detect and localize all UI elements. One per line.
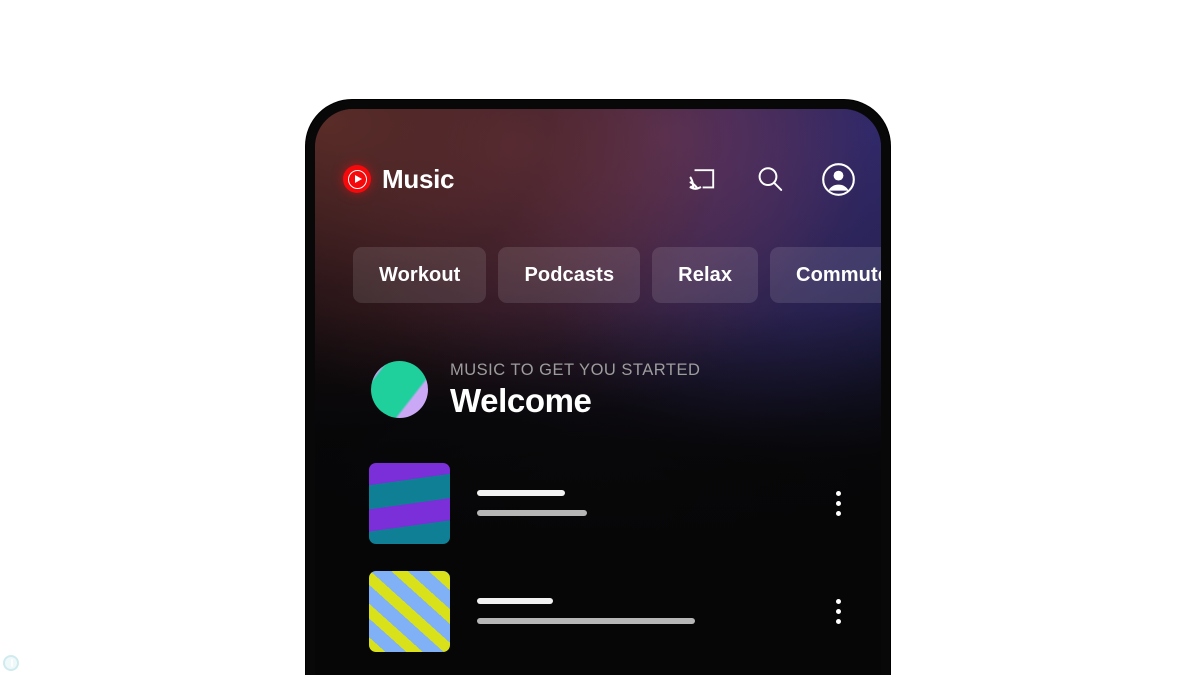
app-name-label: Music <box>382 164 455 194</box>
more-vertical-icon[interactable] <box>823 594 853 628</box>
page-title: Welcome <box>450 382 592 419</box>
list-item[interactable] <box>369 449 881 557</box>
section-eyebrow: MUSIC TO GET YOU STARTED <box>450 361 701 379</box>
chip-relax[interactable]: Relax <box>652 247 759 303</box>
album-art-purple-teal-waves <box>369 462 450 544</box>
list-item-meta <box>477 490 587 516</box>
section-header-text: MUSIC TO GET YOU STARTED Welcome <box>450 361 700 419</box>
chip-workout[interactable]: Workout <box>353 247 487 303</box>
logo-play-triangle <box>355 175 362 183</box>
account-avatar-icon[interactable] <box>821 162 855 196</box>
app-bar-actions <box>685 162 855 196</box>
subtitle-placeholder <box>477 618 695 624</box>
cast-icon[interactable] <box>685 162 719 196</box>
album-art-yellow-blue-diagonal <box>369 570 450 652</box>
chip-podcasts[interactable]: Podcasts <box>498 247 641 303</box>
more-vertical-icon[interactable] <box>823 486 853 520</box>
app-content: Music Workout Podcasts Relax Commute MUS… <box>315 109 881 675</box>
screenshot-stage: Music Workout Podcasts Relax Commute MUS… <box>0 0 1200 675</box>
list-item[interactable] <box>369 557 881 665</box>
mix-avatar-icon <box>371 361 428 419</box>
app-bar: Music <box>315 153 881 205</box>
category-chip-row[interactable]: Workout Podcasts Relax Commute <box>315 247 881 303</box>
section-header[interactable]: MUSIC TO GET YOU STARTED Welcome <box>315 361 881 419</box>
app-brand[interactable]: Music <box>343 165 454 193</box>
watermark-circle-icon <box>3 655 19 671</box>
list-item[interactable] <box>369 665 881 675</box>
list-item-meta <box>477 598 695 624</box>
search-icon[interactable] <box>753 162 787 196</box>
youtube-music-logo-icon <box>343 165 371 193</box>
phone-screen: Music Workout Podcasts Relax Commute MUS… <box>315 109 881 675</box>
chip-commute[interactable]: Commute <box>770 247 881 303</box>
subtitle-placeholder <box>477 510 587 516</box>
phone-device-frame: Music Workout Podcasts Relax Commute MUS… <box>306 100 890 675</box>
title-placeholder <box>477 490 565 496</box>
track-list <box>315 449 881 675</box>
title-placeholder <box>477 598 553 604</box>
